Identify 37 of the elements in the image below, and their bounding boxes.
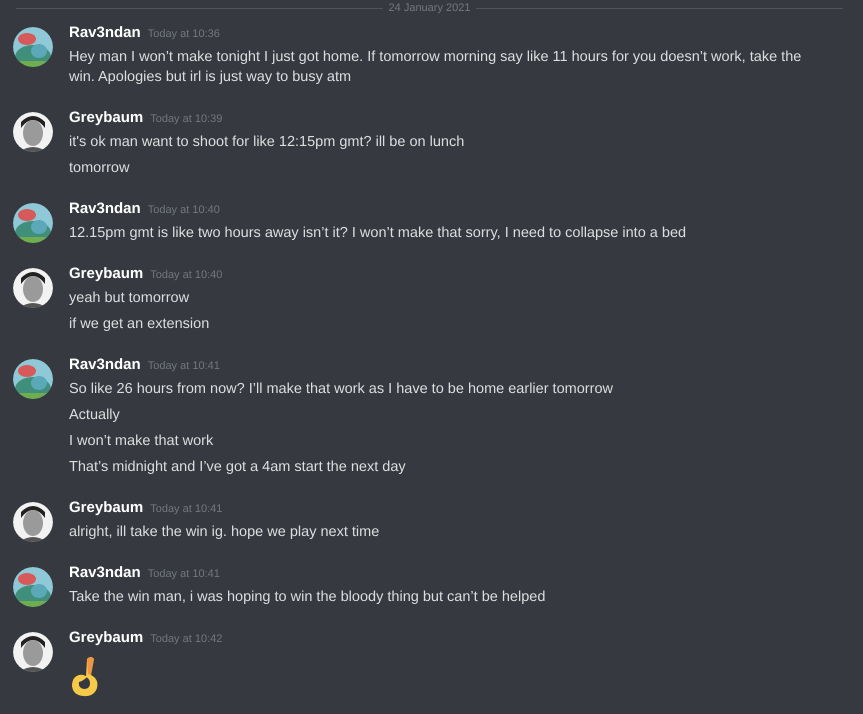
avatar[interactable] — [13, 567, 53, 607]
author-name[interactable]: Rav3ndan — [69, 24, 141, 41]
author-name[interactable]: Rav3ndan — [69, 356, 141, 373]
avatar[interactable] — [13, 632, 53, 672]
author-name[interactable]: Rav3ndan — [69, 564, 141, 581]
timestamp: Today at 10:41 — [148, 568, 220, 580]
avatar[interactable] — [13, 203, 53, 243]
timestamp: Today at 10:41 — [150, 503, 222, 515]
message-text: yeah but tomorrow — [69, 289, 190, 308]
message-text: if we get an extension — [69, 315, 210, 334]
message-text: So like 26 hours from now? I’ll make that work as I have to be home earlier tomorrow — [69, 380, 614, 399]
avatar[interactable] — [13, 27, 53, 67]
avatar[interactable] — [13, 359, 53, 399]
timestamp: Today at 10:42 — [150, 633, 222, 645]
message-text: alright, ill take the win ig. hope we play next time — [69, 523, 380, 542]
timestamp: Today at 10:40 — [148, 204, 220, 216]
message-text: Actually — [69, 406, 121, 425]
message-text: tomorrow — [69, 159, 130, 178]
message-text: Take the win man, i was hoping to win the bloody thing but can’t be helped — [69, 588, 546, 607]
avatar[interactable] — [13, 268, 53, 308]
author-name[interactable]: Greybaum — [69, 629, 144, 646]
timestamp: Today at 10:36 — [148, 28, 220, 40]
author-name[interactable]: Greybaum — [69, 109, 144, 126]
timestamp: Today at 10:39 — [150, 113, 222, 125]
message-text: it's ok man want to shoot for like 12:15pm gmt? ill be on lunch — [69, 133, 466, 152]
message-text: Hey man I won’t make tonight I just got home. If tomorrow morning say like 11 hours for you doesn’t work, take the win. Apologies but irl is just way to busy atm — [69, 48, 802, 87]
message-text: I won’t make that work — [69, 432, 214, 451]
timestamp: Today at 10:40 — [150, 269, 222, 281]
avatar[interactable] — [13, 112, 53, 152]
message-text: That’s midnight and I’ve got a 4am start the next day — [69, 458, 407, 477]
date-divider-label: 24 January 2021 — [388, 2, 472, 14]
author-name[interactable]: Rav3ndan — [69, 200, 141, 217]
message-text: 12.15pm gmt is like two hours away isn’t it? I won’t make that sorry, I need to collapse into a bed — [69, 224, 688, 243]
author-name[interactable]: Greybaum — [69, 265, 144, 282]
author-name[interactable]: Greybaum — [69, 499, 144, 516]
timestamp: Today at 10:41 — [148, 360, 220, 372]
avatar[interactable] — [13, 502, 53, 542]
